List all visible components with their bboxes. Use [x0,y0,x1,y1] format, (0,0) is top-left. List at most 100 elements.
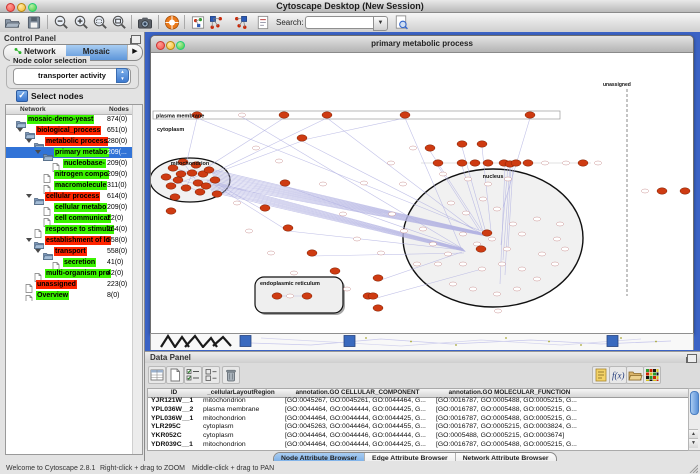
minimize-window-button[interactable] [17,3,26,12]
table-row[interactable]: YPL036W__1mitochondrion[GO:0044464, GO:0… [148,415,689,424]
network-canvas[interactable]: plasma membranecytoplasmmitochondrionnuc… [151,53,693,332]
table-row[interactable]: YPL036W__2plasma membrane[GO:0044464, GO… [148,406,689,415]
search-input[interactable] [305,16,374,29]
new-attribute-icon[interactable] [166,366,184,384]
birds-eye-view[interactable] [6,301,132,452]
notes-icon[interactable] [592,366,610,384]
tree-row[interactable]: response to stimulu264(0) [6,224,132,235]
select-attributes-icon[interactable] [184,366,202,384]
tree-row[interactable]: transport558(0) [6,246,132,257]
toolbar-separator [47,15,48,29]
annotation-icon[interactable] [254,14,272,31]
tree-row[interactable]: secretion41(0) [6,257,132,268]
tree-row[interactable]: establishment of lo558(0) [6,235,132,246]
zoom-fit-icon[interactable] [110,14,128,31]
control-panel-title: Control Panel [4,34,56,43]
tree-row[interactable]: multi-organism pro42(0) [6,268,132,279]
network-window-titlebar[interactable]: primary metabolic process [151,36,693,53]
formula-fx-icon[interactable]: f(x) [609,366,627,384]
node-color-combobox[interactable]: transporter activity [13,68,131,85]
zoom-selected-icon[interactable] [91,14,109,31]
table-row[interactable]: YKR052Ccytoplasm[GO:0044464, GO:0044446,… [148,432,689,441]
mdi-desktop: primary metabolic process plasma membran… [145,32,700,351]
search-dropdown-arrow[interactable]: ▼ [373,16,388,31]
delete-attribute-trash-icon[interactable] [222,366,240,384]
expand-arrow-icon[interactable] [26,194,32,198]
select-nodes-checkbox[interactable]: ✓ [16,90,28,102]
tree-scrollbar[interactable] [132,105,142,454]
close-window-button[interactable] [6,3,15,12]
table-cell: [GO:0044464, GO:0044444, GO:0044425, G..… [282,406,433,415]
expand-arrow-icon[interactable] [17,128,23,132]
svg-text:nucleus: nucleus [483,174,504,180]
tab-overflow-arrow[interactable]: ▶ [127,45,142,60]
tree-row[interactable]: biological_process651(0) [6,125,132,136]
tree-row-label: cellular process [45,192,100,201]
table-row[interactable]: YJR121W__1mitochondrion[GO:0045267, GO:0… [148,397,689,406]
tree-row-label: unassigned [36,280,77,289]
table-row[interactable]: YDR039C__1mitochondrion[GO:0044464, GO:0… [148,441,689,450]
tree-row-label: secretion [63,258,96,267]
tree-row[interactable]: cellular metabo209(0) [6,202,132,213]
tree-row[interactable]: Overview 8(0) [6,290,132,301]
zoom-in-icon[interactable] [72,14,90,31]
svg-text:plasma membrane: plasma membrane [156,114,204,120]
scrollbar-thumb[interactable] [690,391,699,415]
layout-network-icon[interactable] [207,14,225,31]
expand-arrow-icon[interactable] [26,139,32,143]
network-tab-icon [14,47,22,55]
attribute-table[interactable]: ID_cellularLayoutRegionannotation.GO CEL… [147,388,690,451]
tree-row-count: 8(0) [107,291,119,300]
float-data-panel-icon[interactable] [687,354,697,363]
expand-arrow-icon[interactable] [35,249,41,253]
status-bar: Welcome to Cytoscape 2.8.1 Right-click +… [0,461,700,474]
attribute-table-icon[interactable] [148,366,166,384]
tree-row[interactable]: metabolic process280(0) [6,136,132,147]
data-panel: Data Panel f(x) ID_cellularLayoutRegiona… [145,351,700,449]
tree-row[interactable]: macromolecule311(0) [6,180,132,191]
help-lifering-icon[interactable] [163,14,181,31]
network-view-window[interactable]: primary metabolic process plasma membran… [150,35,694,334]
tree-row[interactable]: mosaic-demo-yeast874(0) [6,114,132,125]
layout-network-alt-icon[interactable] [232,14,250,31]
zoom-out-icon[interactable] [52,14,70,31]
tree-row[interactable]: primary metabo209(... [6,147,132,158]
tree-row[interactable]: cellular process614(0) [6,191,132,202]
expand-arrow-icon[interactable] [35,150,41,154]
table-cell: mitochondrion [200,397,282,406]
zoom-view-button[interactable] [176,41,185,50]
table-cell: [GO:0044464, GO:0044444, GO:0044425, G..… [282,415,433,424]
tree-row[interactable]: nitrogen compo209(0) [6,169,132,180]
open-file-icon[interactable] [3,14,21,31]
search-options-icon[interactable] [392,14,410,31]
import-folder-icon[interactable] [626,366,644,384]
save-file-icon[interactable] [25,14,43,31]
tree-row-label: Overview [36,291,69,300]
float-panel-icon[interactable] [131,35,141,44]
heatmap-matrix-icon[interactable] [643,366,661,384]
table-cell: [GO:0005488, GO:0005215, GO:0003674] [433,432,586,441]
tree-row[interactable]: nucleobase-209(0) [6,158,132,169]
table-scrollbar[interactable]: ▲ ▼ [688,388,700,451]
resize-grip[interactable] [688,463,698,473]
scroll-down-arrow[interactable]: ▼ [689,438,698,448]
snapshot-camera-icon[interactable] [136,14,154,31]
cytoscape-desktop: { "titlebar": { "title": "Cytoscape Desk… [0,0,700,474]
table-row[interactable]: YLR295Ccytoplasm[GO:0045263, GO:0044464,… [148,423,689,432]
minimize-view-button[interactable] [166,41,175,50]
background-window-sliver[interactable] [150,333,694,350]
expand-arrow-icon[interactable] [26,238,32,242]
toolbar-separator [158,15,159,29]
tree-col-network: Network [20,106,46,113]
attribute-list-icon[interactable] [202,366,220,384]
app-titlebar: Cytoscape Desktop (New Session) [0,0,700,13]
vizmapper-icon[interactable] [189,14,207,31]
zoom-window-button[interactable] [28,3,37,12]
tree-row-count: 558(0) [107,247,127,256]
table-cell: cytoplasm [200,432,282,441]
tree-row[interactable]: unassigned223(0) [6,279,132,290]
combobox-stepper[interactable]: ▲▼ [116,68,129,83]
network-graph[interactable]: plasma membranecytoplasmmitochondrionnuc… [151,53,693,332]
tree-row[interactable]: cell communicat22(0) [6,213,132,224]
close-view-button[interactable] [156,41,165,50]
